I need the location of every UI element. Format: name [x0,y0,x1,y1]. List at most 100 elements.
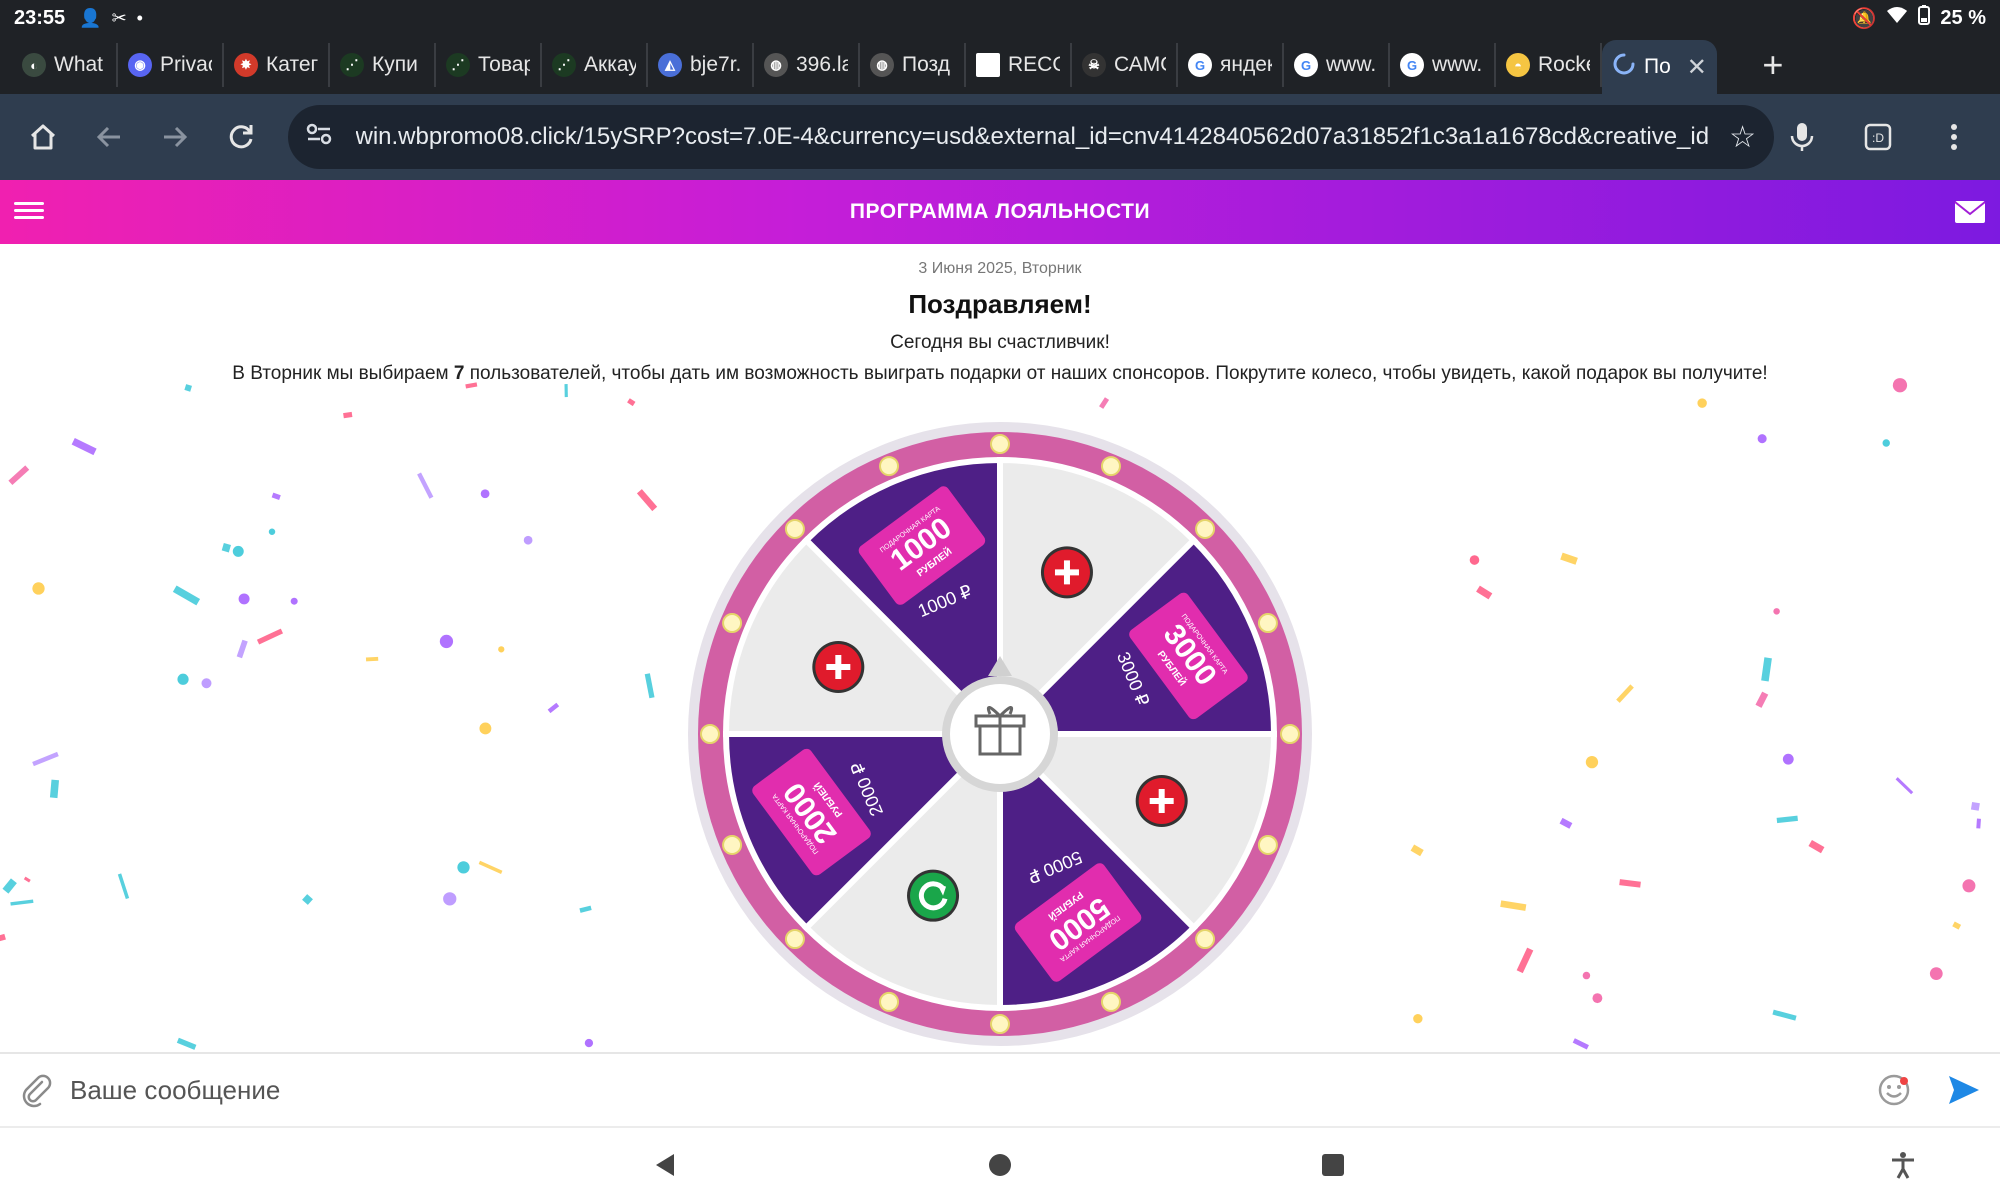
tab-favicon-icon [976,53,1000,77]
tab-item[interactable]: ◭ bje7r. [648,43,754,87]
status-bar: 23:55 👤 ✂ • 🔕 25 % [0,0,2000,36]
tab-switcher-button[interactable]: :D [1850,109,1906,165]
confetti-strip [1808,839,1825,854]
confetti-strip [343,411,353,419]
home-icon [30,124,55,150]
rim-bulb [990,1014,1010,1034]
tab-item[interactable]: ⋰ Товар [436,43,542,87]
confetti-strip [176,1037,197,1050]
confetti-strip [71,437,97,456]
tab-item[interactable]: ✸ Катег [224,43,330,87]
tab-label: Купи [372,53,418,76]
tab-favicon-icon: ◍ [764,53,788,77]
accessibility-icon[interactable] [1888,1150,1918,1180]
voice-search-button[interactable] [1774,109,1830,165]
confetti-strip [627,398,636,407]
tab-active-label: По [1644,55,1671,78]
message-input[interactable] [70,1074,1876,1106]
address-bar[interactable]: win.wbpromo08.click/15ySRP?cost=7.0E-4&c… [287,105,1774,169]
new-tab-button[interactable]: + [1753,44,1793,86]
confetti-dot [1697,398,1707,408]
tab-item[interactable]: RECO [966,43,1072,87]
site-settings-icon[interactable] [306,122,346,153]
confetti-strip [1976,818,1981,829]
confetti-dot [32,582,45,595]
loyalty-header: ПРОГРАММА ЛОЯЛЬНОСТИ [0,180,2000,244]
confetti-strip [302,894,313,905]
tab-active[interactable]: По ✕ [1602,40,1717,94]
bookmark-star-icon[interactable]: ☆ [1729,120,1756,155]
confetti-dot [1582,971,1591,980]
tab-item[interactable]: ◓ Rocke [1496,43,1602,87]
back-button[interactable] [84,109,134,165]
confetti-strip [579,905,592,913]
confetti-dot [238,593,250,605]
tab-item[interactable]: Gяндек [1178,43,1284,87]
confetti-dot [498,646,505,653]
tab-item[interactable]: ☠ САМО [1072,43,1178,87]
message-bar [0,1052,2000,1128]
microphone-icon [1790,123,1814,151]
confetti-dot [480,489,490,499]
emoji-icon[interactable] [1876,1072,1912,1108]
tab-favicon-icon: ◓ [1506,53,1530,77]
confetti-strip [644,673,655,699]
tab-label: RECO [1008,53,1060,76]
tab-label: www. [1326,53,1377,76]
fortune-wheel[interactable]: ПОДАРОЧНАЯ КАРТА1000РУБЛЕЙ1000 ₽ПОДАРОЧН… [680,414,1320,1052]
home-button[interactable] [18,109,68,165]
confetti-strip [365,656,379,662]
tab-item[interactable]: Gwww. [1390,43,1496,87]
wifi-icon [1886,6,1908,30]
mail-icon[interactable] [1954,200,1986,224]
tab-label: Позд [902,53,950,76]
tab-favicon-icon: ⋰ [552,53,576,77]
send-icon[interactable] [1946,1072,1982,1108]
confetti-strip [1970,801,1980,811]
confetti-dot [1413,1014,1423,1024]
hamburger-menu-icon[interactable] [14,198,44,224]
confetti-dot [523,535,533,545]
rim-bulb [700,724,720,744]
tab-item[interactable]: ◍ 396.la [754,43,860,87]
tab-label: Rocke [1538,53,1590,76]
tab-item[interactable]: ⋰ Аккау [542,43,648,87]
confetti-strip [1099,397,1110,409]
tab-item[interactable]: ◐ What [12,43,118,87]
tab-favicon-icon: ◍ [870,53,894,77]
confetti-strip [1476,585,1493,600]
confetti-dot [457,861,470,874]
confetti-dot [1962,879,1976,893]
confetti-strip [256,628,284,645]
confetti-dot [1585,755,1599,769]
status-icons: 👤 ✂ • [79,8,143,29]
rim-bulb [1257,613,1278,634]
confetti-strip [10,899,34,906]
tab-item[interactable]: Gwww. [1284,43,1390,87]
tab-item[interactable]: ⋰ Купи [330,43,436,87]
nav-recents-icon[interactable] [1318,1150,1348,1180]
rim-bulb [1100,456,1121,477]
reload-button[interactable] [216,109,266,165]
lucky-text: Сегодня вы счастливчик! [890,332,1110,353]
nav-home-icon[interactable] [985,1150,1015,1180]
tab-item[interactable]: ◉ Privac [118,43,224,87]
tab-close-icon[interactable]: ✕ [1687,53,1707,82]
nav-back-icon[interactable] [650,1150,680,1180]
confetti-strip [49,779,60,799]
confetti-strip [117,873,130,900]
forward-button[interactable] [150,109,200,165]
loyalty-title: ПРОГРАММА ЛОЯЛЬНОСТИ [849,200,1151,223]
more-menu-button[interactable] [1926,109,1982,165]
browser-toolbar: win.wbpromo08.click/15ySRP?cost=7.0E-4&c… [0,94,2000,180]
rim-bulb [1257,834,1278,855]
tab-item[interactable]: ◍ Позд [860,43,966,87]
attach-paperclip-icon[interactable] [18,1072,54,1108]
confetti-dot [268,528,276,535]
confetti-strip [564,384,568,398]
rim-bulb [879,456,900,477]
url-text[interactable]: win.wbpromo08.click/15ySRP?cost=7.0E-4&c… [356,123,1710,151]
tab-favicon-icon: ☠ [1082,53,1106,77]
confetti-strip [0,933,6,946]
rim-bulb [990,434,1010,454]
